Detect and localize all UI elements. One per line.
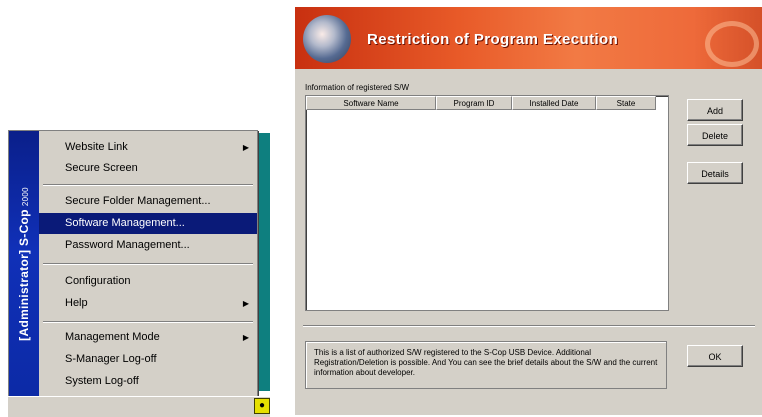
dialog-header-banner: Restriction of Program Execution <box>295 7 762 69</box>
banner-version: 2000 <box>21 187 30 207</box>
menu-item-label: Website Link <box>65 141 128 153</box>
column-program-id[interactable]: Program ID <box>436 96 512 110</box>
menu-item-configuration[interactable]: Configuration <box>39 271 257 292</box>
menu-item-s-manager-logoff[interactable]: S-Manager Log-off <box>39 349 257 370</box>
menu-item-management-mode[interactable]: Management Mode ▶ <box>39 327 257 348</box>
software-list[interactable]: Software Name Program ID Installed Date … <box>305 95 669 311</box>
menu-separator <box>43 184 253 186</box>
menu-item-label: Password Management... <box>65 239 190 251</box>
menu-item-label: Software Management... <box>65 217 185 229</box>
menu-item-label: Secure Folder Management... <box>65 195 211 207</box>
menu-item-password-management[interactable]: Password Management... <box>39 235 257 256</box>
desktop-background <box>256 133 270 391</box>
menu-item-label: S-Manager Log-off <box>65 353 157 365</box>
menu-item-secure-folder-management[interactable]: Secure Folder Management... <box>39 191 257 212</box>
menu-item-help[interactable]: Help ▶ <box>39 293 257 314</box>
app-logo-icon <box>303 15 351 63</box>
menu-item-secure-screen[interactable]: Secure Screen <box>39 158 257 179</box>
menu-item-label: Secure Screen <box>65 162 138 174</box>
taskbar <box>8 396 270 417</box>
add-button[interactable]: Add <box>687 99 743 121</box>
menu-separator <box>43 321 253 323</box>
description-box: This is a list of authorized S/W registe… <box>305 341 667 389</box>
menu-item-label: Help <box>65 297 88 309</box>
banner-product-name: [Administrator] S-Cop <box>17 209 31 341</box>
menu-item-software-management[interactable]: Software Management... <box>39 213 257 234</box>
menu-separator <box>43 263 253 265</box>
list-header: Software Name Program ID Installed Date … <box>306 96 668 110</box>
menu-side-banner: [Administrator] S-Cop 2000 <box>9 131 39 397</box>
ok-button[interactable]: OK <box>687 345 743 367</box>
submenu-arrow-icon: ▶ <box>242 299 249 308</box>
menu-item-website-link[interactable]: Website Link ▶ <box>39 137 257 158</box>
menu-item-label: Configuration <box>65 275 131 287</box>
dialog-title: Restriction of Program Execution <box>367 31 619 48</box>
decorative-ring-icon <box>705 21 759 67</box>
column-state[interactable]: State <box>596 96 656 110</box>
menu-item-label: Management Mode <box>65 331 160 343</box>
menu-item-label: System Log-off <box>65 375 139 387</box>
delete-button[interactable]: Delete <box>687 124 743 146</box>
s-cop-tray-icon[interactable]: ● <box>254 398 270 414</box>
details-button[interactable]: Details <box>687 162 743 184</box>
menu-item-system-logoff[interactable]: System Log-off <box>39 371 257 392</box>
context-menu: [Administrator] S-Cop 2000 Website Link ▶… <box>8 130 258 398</box>
submenu-arrow-icon: ▶ <box>242 143 249 152</box>
list-caption: Information of registered S/W <box>305 83 410 92</box>
submenu-arrow-icon: ▶ <box>242 333 249 342</box>
restriction-dialog: Restriction of Program Execution Informa… <box>294 6 762 415</box>
column-software-name[interactable]: Software Name <box>306 96 436 110</box>
dialog-divider <box>303 325 755 327</box>
column-installed-date[interactable]: Installed Date <box>512 96 596 110</box>
